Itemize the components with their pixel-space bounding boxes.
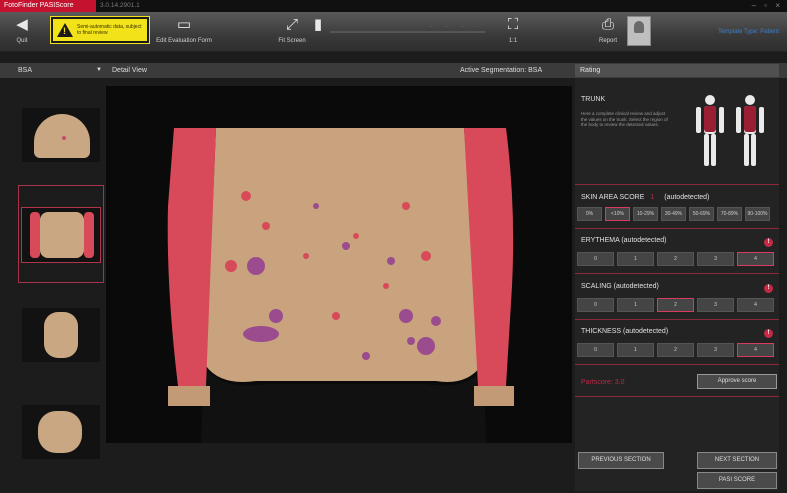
app-version: 3.0.14.2901.1 [100,2,140,9]
thumbnail-head-front[interactable] [22,108,100,162]
scaling-option[interactable]: 4 [737,298,774,312]
erythema-option[interactable]: 1 [617,252,654,266]
mode-value: BSA [18,67,33,74]
section-divider [575,364,779,365]
erythema-option[interactable]: 2 [657,252,694,266]
expand-icon: ⤢ [285,16,298,33]
skin-area-options: 0% <10% 10-29% 30-49% 50-69% 70-89% 90-100% [577,207,770,221]
section-divider [575,396,779,397]
skin-area-suffix: (autodetected) [664,194,710,201]
skin-area-option[interactable]: 70-89% [717,207,742,221]
active-segmentation-label: Active Segmentation: [460,67,527,74]
scaling-option[interactable]: 0 [577,298,614,312]
zoom-1to1-label: 1:1 [508,38,518,44]
thickness-info-icon[interactable]: ! [764,329,773,338]
scaling-option[interactable]: 3 [697,298,734,312]
section-divider [575,319,779,320]
report-label: Report [598,38,617,44]
edit-evaluation-button[interactable]: ▭ Edit Evaluation Form [153,14,215,50]
chevron-down-icon: ▼ [96,67,102,73]
fullscreen-icon: ⛶ [507,16,519,33]
patient-avatar[interactable] [627,16,651,46]
scaling-options: 01234 [577,298,774,312]
skin-area-score: SKIN AREA SCORE 1 (autodetected) [581,194,709,201]
report-button[interactable]: ⎙ Report [593,14,623,50]
skin-area-option[interactable]: 90-100% [745,207,770,221]
thumbnail-upper-limbs[interactable] [22,308,100,362]
region-title: TRUNK [581,96,606,103]
zoom-1to1-button[interactable]: ⛶ 1:1 [500,14,526,50]
erythema-option[interactable]: 0 [577,252,614,266]
thickness-option[interactable]: 3 [697,343,734,357]
section-divider [575,273,779,274]
app-title: FotoFinder PASIScore [0,0,96,12]
thickness-option[interactable]: 0 [577,343,614,357]
active-segmentation: Active Segmentation: BSA [460,65,542,76]
thickness-options: 01234 [577,343,774,357]
patient-template-link[interactable]: Template Type: Patient [718,29,779,35]
window-controls[interactable]: – ▫ × [752,0,783,12]
thickness-label: THICKNESS (autodetected) [581,328,669,335]
edit-evaluation-label: Edit Evaluation Form [156,38,212,44]
thickness-option[interactable]: 1 [617,343,654,357]
mode-select[interactable]: BSA ▼ [18,65,102,76]
region-description: Here a complete clinical review and adju… [581,111,668,127]
scaling-option[interactable]: 1 [617,298,654,312]
previous-section-button[interactable]: PREVIOUS SECTION [578,452,664,469]
quit-button[interactable]: ◀ Quit [8,14,36,50]
warning-banner: ! Semi-automatic data, subject to final … [50,16,150,44]
skin-area-option[interactable]: 50-69% [689,207,714,221]
erythema-option[interactable]: 4 [737,252,774,266]
thickness-option[interactable]: 4 [737,343,774,357]
zoom-slider-track[interactable] [330,31,485,33]
erythema-label: ERYTHEMA (autodetected) [581,237,667,244]
title-bar: FotoFinder PASIScore 3.0.14.2901.1 – ▫ × [0,0,787,12]
skin-area-option[interactable]: 10-29% [633,207,658,221]
erythema-option[interactable]: 3 [697,252,734,266]
scaling-label: SCALING (autodetected) [581,283,659,290]
section-divider [575,184,779,185]
rating-panel-title: Rating [575,64,779,77]
warning-text: Semi-automatic data, subject to final re… [77,24,142,36]
detail-view-title: Detail View [112,67,147,74]
thumbnail-lower-limbs[interactable] [22,405,100,459]
active-segmentation-value: BSA [528,67,543,74]
lesion-segmentation-image [106,86,572,443]
patient-back-photo[interactable] [106,86,572,443]
scaling-option[interactable]: 2 [657,298,694,312]
section-divider [575,228,779,229]
fit-screen-label: Fit Screen [278,38,306,44]
erythema-info-icon[interactable]: ! [764,238,773,247]
body-map-figures [696,95,764,166]
fit-screen-button[interactable]: ⤢ Fit Screen [277,14,307,50]
scaling-info-icon[interactable]: ! [764,284,773,293]
quit-label: Quit [16,38,28,44]
skin-area-label: SKIN AREA SCORE [581,194,645,201]
skin-area-option[interactable]: <10% [605,207,630,221]
thickness-option[interactable]: 2 [657,343,694,357]
back-arrow-icon: ◀ [16,16,28,33]
thumbnail-trunk-back[interactable] [21,207,101,263]
printer-icon: ⎙ [601,16,614,33]
pasi-score-button[interactable]: PASI SCORE [697,472,777,489]
warning-icon: ! [57,23,73,37]
form-icon: ▭ [176,16,192,33]
slider-handle-icon: ▮ [313,16,323,33]
next-section-button[interactable]: NEXT SECTION [697,452,777,469]
skin-area-value: 1 [650,194,655,201]
zoom-handle[interactable]: ▮ [310,14,326,50]
partscore-label: Partscore: 3.0 [581,379,625,386]
approve-score-button[interactable]: Approve score [697,374,777,389]
erythema-options: 01234 [577,252,774,266]
zoom-ticks: · · · · [430,24,485,30]
skin-area-option[interactable]: 0% [577,207,602,221]
skin-area-option[interactable]: 30-49% [661,207,686,221]
